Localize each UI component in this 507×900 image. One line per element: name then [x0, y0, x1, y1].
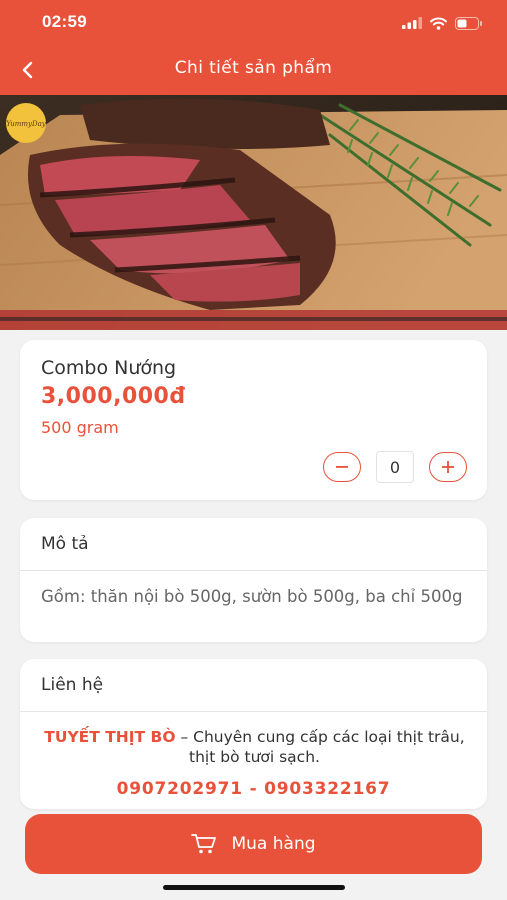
- description-title: Mô tả: [41, 534, 89, 554]
- svg-text:YummyDay: YummyDay: [6, 120, 47, 128]
- wifi-icon: [430, 17, 447, 30]
- contact-tagline: – Chuyên cung cấp các loại thịt trâu, th…: [175, 728, 465, 766]
- divider: [20, 711, 487, 712]
- product-name: Combo Nướng: [41, 357, 177, 379]
- buy-button[interactable]: Mua hàng: [25, 814, 482, 874]
- status-time: 02:59: [42, 12, 87, 31]
- page-title: Chi tiết sản phẩm: [174, 58, 333, 78]
- divider: [20, 570, 487, 571]
- status-bar: 02:59: [0, 0, 507, 44]
- plus-icon: [442, 461, 454, 473]
- contact-title: Liên hệ: [41, 675, 104, 695]
- contact-text: TUYẾT THỊT BÒ – Chuyên cung cấp các loại…: [38, 727, 471, 767]
- signal-icon: [402, 17, 422, 29]
- contact-phones[interactable]: 0907202971 - 0903322167: [20, 779, 487, 799]
- contact-card: Liên hệ TUYẾT THỊT BÒ – Chuyên cung cấp …: [20, 659, 487, 809]
- quantity-stepper: 0: [323, 451, 467, 483]
- product-image: YummyDay: [0, 95, 507, 330]
- minus-icon: [336, 466, 348, 468]
- battery-icon: [455, 16, 482, 30]
- product-price: 3,000,000đ: [41, 384, 186, 409]
- quantity-input[interactable]: 0: [376, 451, 414, 483]
- product-card: Combo Nướng 3,000,000đ 500 gram 0: [20, 340, 487, 500]
- status-icons: [402, 14, 483, 32]
- app-header: 02:59 Chi tiết sản phẩm: [0, 0, 507, 95]
- home-indicator: [163, 885, 345, 890]
- description-text: Gồm: thăn nội bò 500g, sườn bò 500g, ba …: [41, 587, 463, 606]
- increase-quantity-button[interactable]: [429, 452, 467, 482]
- cart-icon: [191, 834, 217, 854]
- product-unit: 500 gram: [41, 418, 119, 437]
- buy-button-label: Mua hàng: [231, 834, 316, 854]
- decrease-quantity-button[interactable]: [323, 452, 361, 482]
- description-card: Mô tả Gồm: thăn nội bò 500g, sườn bò 500…: [20, 518, 487, 642]
- brand-name: TUYẾT THỊT BÒ: [44, 728, 176, 746]
